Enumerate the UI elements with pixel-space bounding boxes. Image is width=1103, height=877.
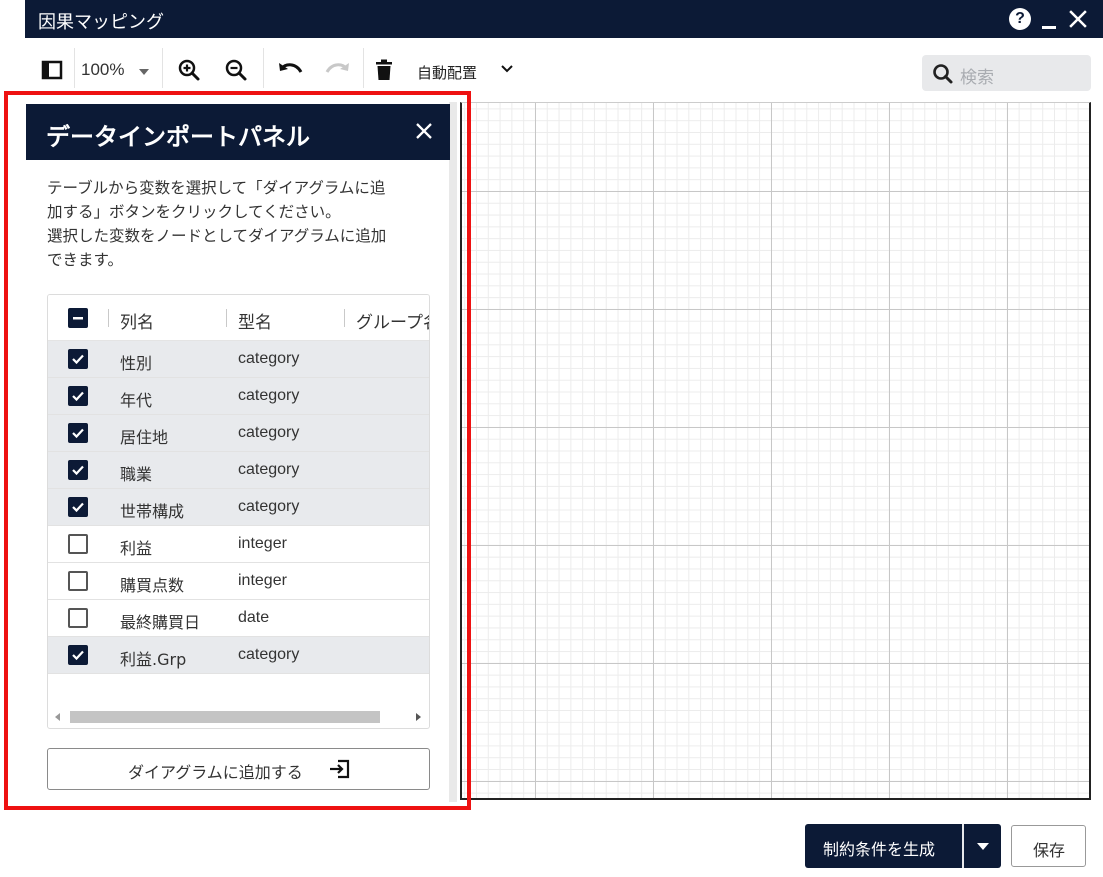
row-checkbox[interactable] [68,349,88,369]
column-header-name[interactable]: 列名 [120,308,154,333]
row-checkbox[interactable] [68,608,88,628]
table-row[interactable]: 最終購買日 date [48,600,429,637]
column-header-type[interactable]: 型名 [238,308,272,333]
add-to-diagram-label: ダイアグラムに追加する [128,763,303,782]
auto-layout-button[interactable]: 自動配置 [417,62,477,83]
undo-icon[interactable] [276,54,306,86]
zoom-select[interactable]: 100% [81,60,124,80]
cell-name: 居住地 [120,428,169,447]
table-header: 列名 型名 グループ名 [48,295,429,341]
cell-name: 最終購買日 [120,613,201,632]
trash-icon[interactable] [373,54,395,86]
row-checkbox[interactable] [68,645,88,665]
cell-name: 購買点数 [120,576,185,595]
generate-constraints-label: 制約条件を生成 [823,840,936,859]
table-row[interactable]: 居住地 category [48,415,429,452]
diagram-canvas[interactable] [460,102,1091,800]
row-checkbox[interactable] [68,386,88,406]
select-all-checkbox[interactable] [68,308,88,328]
cell-name: 利益 [120,539,153,558]
column-divider [108,309,109,327]
table-row[interactable]: 購買点数 integer [48,563,429,600]
cell-type: category [238,461,300,478]
cell-type: category [238,387,300,404]
zoom-in-icon[interactable] [176,54,202,86]
chevron-down-icon[interactable] [139,69,149,75]
description-line: テーブルから変数を選択して「ダイアグラムに追 [47,179,386,197]
row-checkbox[interactable] [68,497,88,517]
toolbar-divider [162,48,163,88]
cell-name: 性別 [120,354,153,373]
scroll-left-icon[interactable] [55,713,60,721]
cell-name: 職業 [120,465,153,484]
table-row[interactable]: 職業 category [48,452,429,489]
toolbar-divider [363,48,364,88]
panel-title: データインポートパネル [46,123,310,151]
cell-type: category [238,646,300,663]
save-label: 保存 [1033,841,1066,860]
cell-type: category [238,498,300,515]
cell-name: 利益.Grp [120,650,187,669]
search-input[interactable]: 検索 [922,55,1091,91]
generate-constraints-button[interactable]: 制約条件を生成 [805,824,1001,868]
toggle-panel-icon[interactable] [39,54,65,86]
row-checkbox[interactable] [68,460,88,480]
table-row[interactable]: 利益 integer [48,526,429,563]
variable-table: 列名 型名 グループ名 性別 category 年代 category 居住地 … [47,294,430,729]
row-checkbox[interactable] [68,423,88,443]
row-checkbox[interactable] [68,534,88,554]
redo-icon[interactable] [322,54,352,86]
row-checkbox[interactable] [68,571,88,591]
title-bar: 因果マッピング ? [25,0,1103,38]
scrollbar-thumb[interactable] [70,711,380,723]
panel-header: データインポートパネル [26,104,450,160]
close-window-icon[interactable] [1066,7,1090,31]
chevron-down-icon[interactable] [977,843,989,850]
table-row[interactable]: 性別 category [48,341,429,378]
scroll-right-icon[interactable] [416,713,421,721]
minimize-icon[interactable] [1038,7,1060,31]
table-row[interactable]: 利益.Grp category [48,637,429,674]
panel-description: テーブルから変数を選択して「ダイアグラムに追 加する」ボタンをクリックしてくださ… [47,176,427,272]
add-to-diagram-button[interactable]: ダイアグラムに追加する [47,748,430,790]
panel-resize-handle[interactable] [449,102,457,802]
column-header-group[interactable]: グループ名 [356,308,429,333]
cell-name: 世帯構成 [120,502,185,521]
split-divider [962,824,964,868]
window-title: 因果マッピング [38,12,164,33]
cell-type: category [238,424,300,441]
cell-name: 年代 [120,391,153,410]
zoom-out-icon[interactable] [223,54,249,86]
cell-type: date [238,609,270,626]
description-line: 加する」ボタンをクリックしてください。 [47,203,341,221]
cell-type: integer [238,572,287,589]
search-placeholder: 検索 [960,68,994,88]
close-icon[interactable] [414,121,434,145]
canvas-grid [462,103,1089,798]
chevron-down-icon[interactable] [500,61,514,80]
search-icon [932,63,954,89]
toolbar-divider [74,48,75,88]
column-divider [226,309,227,327]
description-line: できます。 [47,251,123,269]
description-line: 選択した変数をノードとしてダイアグラムに追加 [47,227,387,245]
toolbar: 100% 自動配置 検索 [25,38,1103,102]
save-button[interactable]: 保存 [1011,825,1086,867]
column-divider [344,309,345,327]
cell-type: integer [238,535,287,552]
table-row[interactable]: 年代 category [48,378,429,415]
table-row[interactable]: 世帯構成 category [48,489,429,526]
import-icon [328,759,350,783]
horizontal-scrollbar[interactable] [48,707,429,727]
help-icon[interactable]: ? [1008,7,1032,31]
toolbar-divider [263,48,264,88]
cell-type: category [238,350,300,367]
